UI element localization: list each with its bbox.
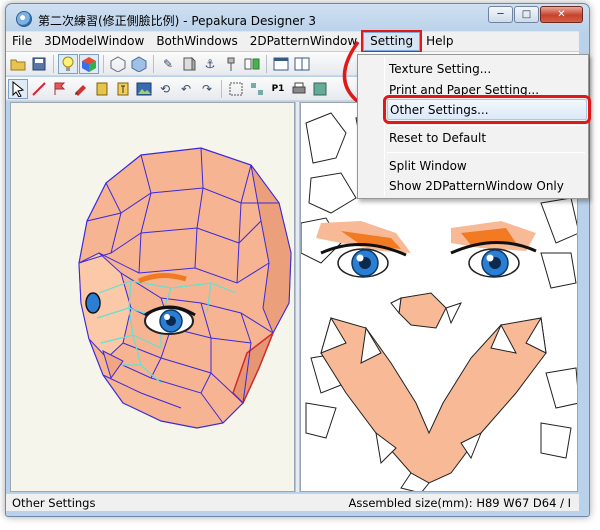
window-title: 第二次練習(修正側臉比例) - Pepakura Designer 3 bbox=[38, 14, 316, 28]
menu-separator bbox=[387, 152, 585, 153]
unfold-icon[interactable] bbox=[242, 54, 262, 74]
minimize-button[interactable]: ─ bbox=[488, 6, 513, 23]
toolbar-separator bbox=[221, 79, 222, 98]
menu-bothwindows[interactable]: BothWindows bbox=[150, 32, 243, 51]
undo-icon[interactable]: ↶ bbox=[176, 79, 196, 99]
rotate-icon[interactable]: ⟲ bbox=[155, 79, 175, 99]
menu-item-texture-setting[interactable]: Texture Setting... bbox=[387, 59, 587, 80]
select-icon[interactable] bbox=[8, 78, 28, 99]
assembled-size: Assembled size(mm): H89 W67 D64 / I bbox=[348, 496, 571, 510]
page-icon[interactable]: P1 bbox=[268, 79, 288, 99]
image-icon[interactable] bbox=[134, 79, 154, 99]
flag-icon[interactable] bbox=[50, 79, 70, 99]
bulb-icon[interactable] bbox=[58, 53, 78, 74]
toolbar-separator bbox=[53, 54, 54, 73]
cube-wire-icon[interactable] bbox=[108, 54, 128, 74]
print-icon[interactable] bbox=[289, 79, 309, 99]
redo-icon[interactable]: ↷ bbox=[197, 79, 217, 99]
menu-bar: File 3DModelWindow BothWindows 2DPattern… bbox=[6, 30, 579, 53]
menu-2dpatternwindow[interactable]: 2DPatternWindow bbox=[244, 32, 363, 51]
text-icon[interactable] bbox=[113, 79, 133, 99]
paint-icon[interactable] bbox=[71, 79, 91, 99]
close-button[interactable]: ✕ bbox=[540, 6, 583, 23]
layout-icon[interactable] bbox=[247, 79, 267, 99]
toolbar-separator bbox=[103, 54, 104, 73]
toolbar-separator bbox=[266, 54, 267, 73]
menu-item-reset-to-default[interactable]: Reset to Default bbox=[387, 128, 587, 149]
menu-3dmodelwindow[interactable]: 3DModelWindow bbox=[38, 32, 150, 51]
window-single-icon[interactable] bbox=[271, 54, 291, 74]
menu-gutter bbox=[384, 57, 385, 196]
setting-menu-dropdown: Texture Setting... Print and Paper Setti… bbox=[357, 54, 591, 199]
edge-icon[interactable] bbox=[29, 79, 49, 99]
pencil-icon[interactable]: ✎ bbox=[158, 54, 178, 74]
pushpin-icon[interactable]: ⚓ bbox=[200, 54, 220, 74]
menu-separator bbox=[387, 125, 585, 126]
anchor-icon[interactable] bbox=[221, 54, 241, 74]
menu-file[interactable]: File bbox=[6, 32, 38, 51]
export-icon[interactable] bbox=[310, 79, 330, 99]
p1-label: P1 bbox=[271, 83, 285, 94]
pepakura-app-icon[interactable] bbox=[16, 11, 32, 27]
cube-color-icon[interactable] bbox=[79, 53, 99, 74]
window-dual-icon[interactable] bbox=[292, 54, 312, 74]
status-bar: Other Settings Assembled size(mm): H89 W… bbox=[6, 493, 579, 511]
maximize-button[interactable]: □ bbox=[514, 6, 539, 23]
window-controls: ─ □ ✕ bbox=[488, 6, 583, 23]
3d-model-view[interactable] bbox=[10, 102, 295, 492]
join-icon[interactable] bbox=[92, 79, 112, 99]
menu-item-split-window[interactable]: Split Window bbox=[387, 156, 587, 177]
save-icon[interactable] bbox=[29, 54, 49, 74]
menu-item-print-paper-setting[interactable]: Print and Paper Setting... bbox=[387, 80, 587, 101]
status-message: Other Settings bbox=[12, 496, 96, 510]
open-icon[interactable] bbox=[8, 54, 28, 74]
menu-item-other-settings[interactable]: Other Settings... bbox=[383, 95, 591, 124]
title-bar[interactable]: 第二次練習(修正側臉比例) - Pepakura Designer 3 ─ □ … bbox=[6, 4, 589, 34]
frame-icon[interactable] bbox=[226, 79, 246, 99]
3d-head-model[interactable] bbox=[11, 103, 295, 492]
menu-item-show-2dpatternwindow-only[interactable]: Show 2DPatternWindow Only bbox=[387, 176, 587, 197]
menu-help[interactable]: Help bbox=[420, 32, 459, 51]
menu-setting[interactable]: Setting bbox=[361, 30, 423, 53]
cube-icon[interactable] bbox=[129, 54, 149, 74]
fold-icon[interactable] bbox=[179, 54, 199, 74]
toolbar-separator bbox=[153, 54, 154, 73]
